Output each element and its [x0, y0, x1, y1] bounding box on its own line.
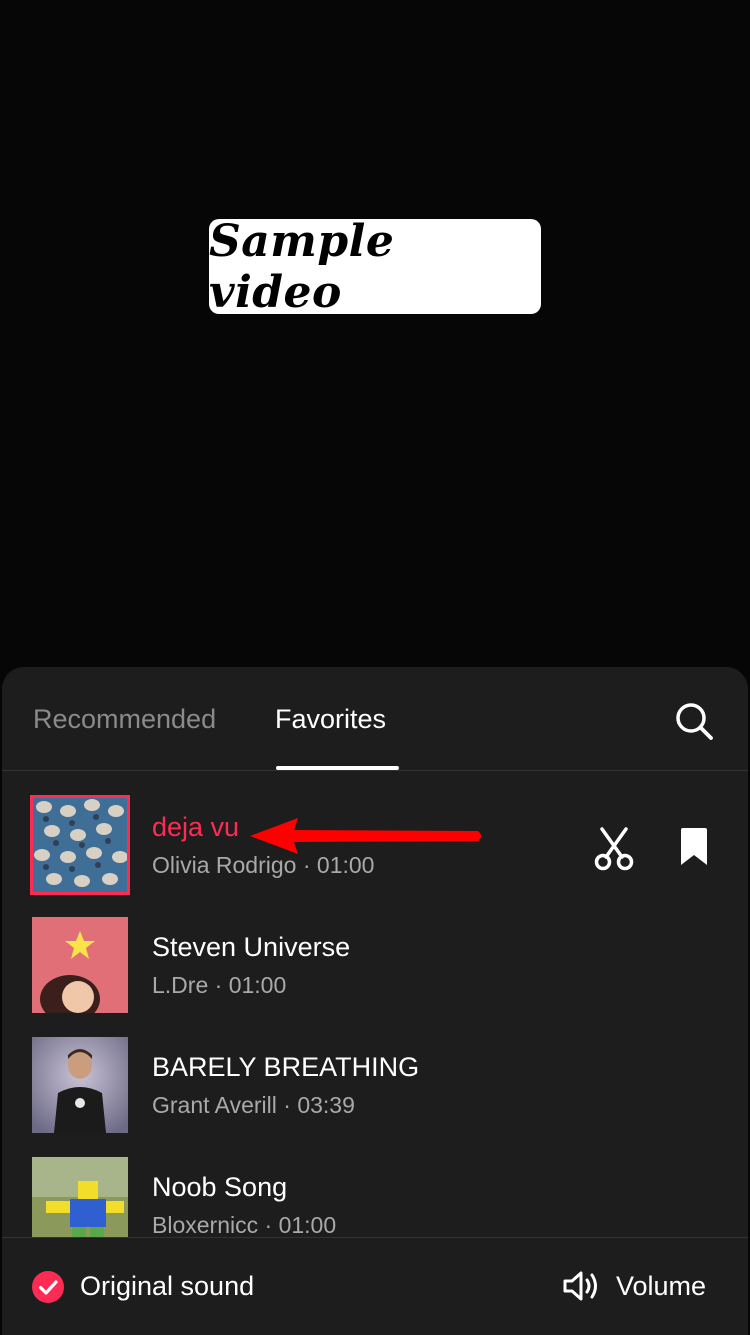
album-art: [32, 1037, 128, 1133]
song-title: Noob Song: [152, 1172, 288, 1202]
meta-separator: ·: [208, 972, 229, 998]
song-artist: L.Dre: [152, 972, 209, 998]
song-title: BARELY BREATHING: [152, 1052, 420, 1082]
song-artist: Grant Averill: [152, 1092, 277, 1118]
meta-separator: ·: [276, 1092, 298, 1118]
song-row-barely-breathing[interactable]: BARELY BREATHING Grant Averill · 03:39: [2, 1011, 748, 1133]
original-sound-toggle[interactable]: Original sound: [80, 1270, 254, 1302]
album-art: [32, 917, 128, 1013]
sample-video-label: Sample video: [209, 216, 541, 318]
song-meta: Grant Averill · 03:39: [152, 1091, 355, 1119]
tab-bar: Recommended Favorites: [2, 667, 748, 771]
check-circle-icon[interactable]: [32, 1271, 64, 1303]
tab-recommended[interactable]: Recommended: [33, 703, 216, 735]
video-preview[interactable]: Sample video: [0, 0, 750, 668]
volume-icon[interactable]: [562, 1269, 602, 1303]
bottom-bar: Original sound Volume: [2, 1237, 748, 1335]
album-art: [32, 1157, 128, 1237]
scissors-icon[interactable]: [594, 827, 634, 871]
song-meta: Bloxernicc · 01:00: [152, 1211, 336, 1237]
song-title: deja vu: [152, 812, 240, 842]
annotation-arrow: [250, 818, 481, 854]
song-title: Steven Universe: [152, 932, 351, 962]
song-duration: 01:00: [228, 972, 287, 998]
song-artist: Bloxernicc: [152, 1212, 259, 1237]
album-art: [30, 795, 130, 895]
song-meta: L.Dre · 01:00: [152, 971, 286, 999]
sound-picker-sheet: Recommended Favorites deja vu Olivia Rod…: [2, 667, 748, 1335]
tab-favorites[interactable]: Favorites: [275, 703, 386, 735]
bookmark-icon[interactable]: [678, 827, 710, 867]
song-row-steven-universe[interactable]: Steven Universe L.Dre · 01:00: [2, 891, 748, 1013]
song-duration: 01:00: [278, 1212, 337, 1237]
song-list[interactable]: deja vu Olivia Rodrigo · 01:00 Steven Un…: [2, 771, 748, 1237]
meta-separator: ·: [258, 1212, 279, 1237]
song-row-deja-vu[interactable]: deja vu Olivia Rodrigo · 01:00: [2, 771, 748, 895]
volume-button[interactable]: Volume: [616, 1270, 706, 1302]
song-row-noob-song[interactable]: Noob Song Bloxernicc · 01:00: [2, 1131, 748, 1237]
song-duration: 03:39: [297, 1092, 355, 1118]
search-icon[interactable]: [674, 701, 714, 741]
